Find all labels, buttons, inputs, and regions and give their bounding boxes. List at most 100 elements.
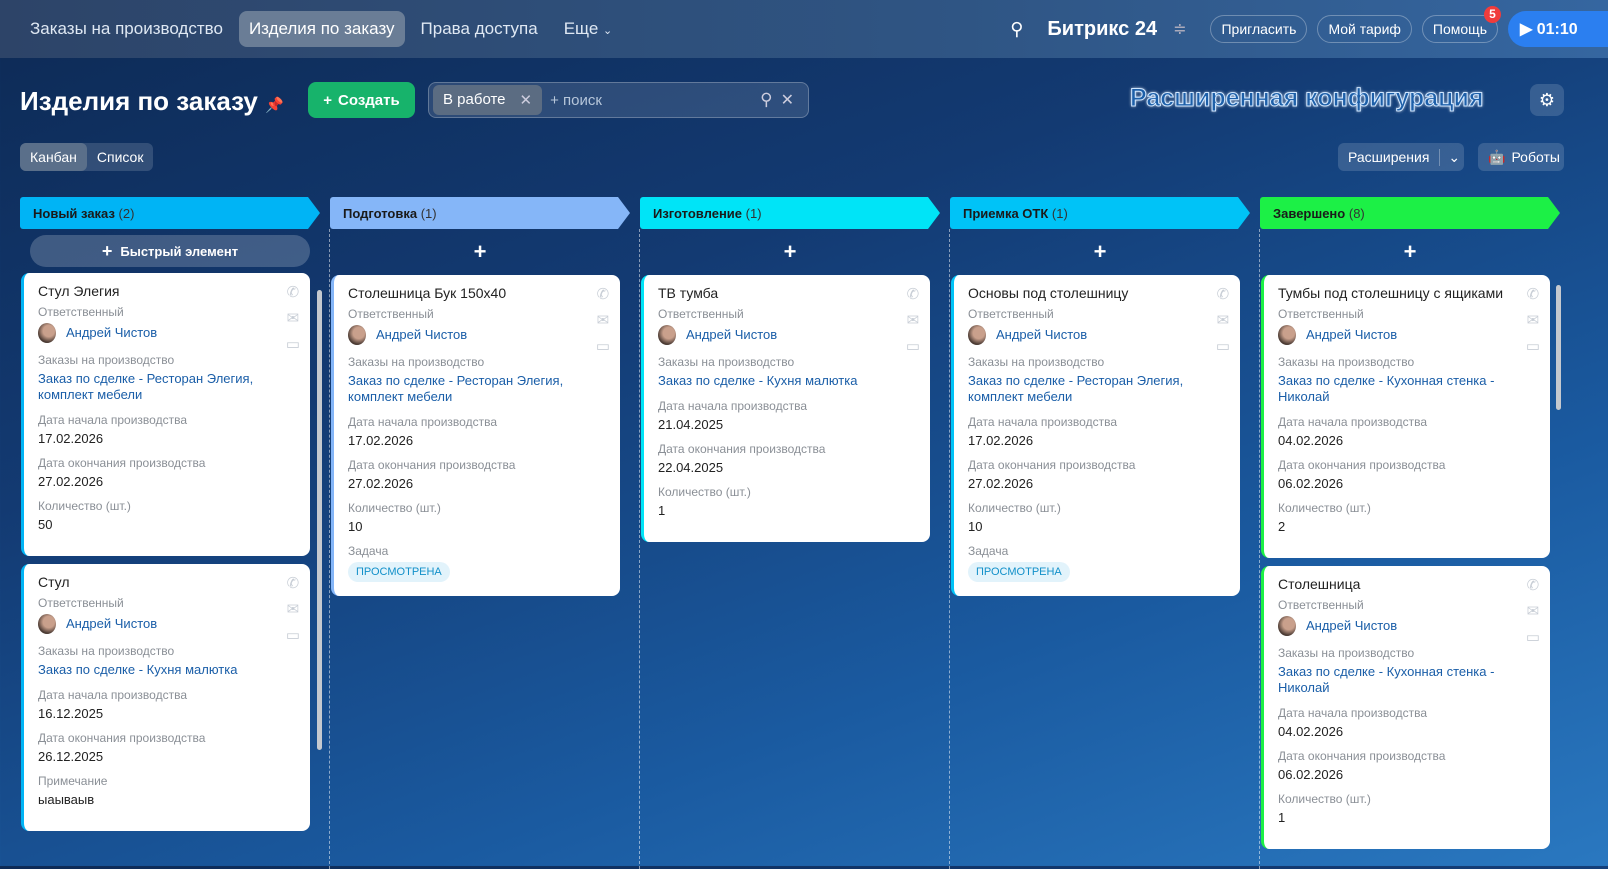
settings-sliders-icon[interactable]: ≑ — [1173, 19, 1186, 39]
field-label: Заказы на производство — [348, 355, 485, 369]
clear-icon[interactable]: ✕ — [781, 90, 794, 110]
robots-label: Роботы — [1511, 149, 1560, 165]
card-title[interactable]: Стул — [38, 574, 296, 590]
end-date: 27.02.2026 — [968, 476, 1034, 491]
kanban-card[interactable]: ✆ ✉ ▭ ТВ тумба Ответственный Андрей Чистов… — [641, 275, 930, 542]
add-item-button[interactable]: + — [1260, 229, 1560, 275]
add-item-button[interactable]: + — [330, 229, 630, 275]
field-label: Дата начала производства — [1278, 415, 1427, 429]
card-title[interactable]: Основы под столешницу — [968, 285, 1226, 301]
column-header[interactable]: Изготовление (1) — [640, 197, 940, 229]
card-title[interactable]: Тумбы под столешницу с ящиками — [1278, 285, 1536, 301]
filter-search[interactable]: В работе ✕ + поиск ⚲ ✕ — [428, 82, 809, 118]
help-button[interactable]: Помощь 5 — [1421, 6, 1501, 43]
order-link[interactable]: Заказ по сделке - Ресторан Элегия, компл… — [968, 373, 1208, 405]
phone-icon[interactable]: ✆ — [286, 574, 300, 592]
tariff-button[interactable]: Мой тариф — [1317, 15, 1412, 43]
order-link[interactable]: Заказ по сделке - Ресторан Элегия, компл… — [348, 373, 588, 405]
start-date: 17.02.2026 — [968, 433, 1034, 448]
chat-icon[interactable]: ▭ — [1216, 337, 1230, 355]
chat-icon[interactable]: ▭ — [596, 337, 610, 355]
close-icon[interactable]: ✕ — [520, 91, 533, 109]
mail-icon[interactable]: ✉ — [1526, 311, 1540, 329]
kanban-card[interactable]: ✆ ✉ ▭ Тумбы под столешницу с ящиками Ответ… — [1261, 275, 1550, 558]
order-link[interactable]: Заказ по сделке - Кухня малютка — [38, 662, 278, 678]
column-divider — [949, 229, 950, 869]
chat-icon[interactable]: ▭ — [286, 626, 300, 644]
responsible-link[interactable]: Андрей Чистов — [996, 327, 1087, 343]
kanban-card[interactable]: ✆ ✉ ▭ Основы под столешницу Ответственный … — [951, 275, 1240, 596]
invite-button[interactable]: Пригласить — [1210, 15, 1308, 43]
field-label: Ответственный — [968, 307, 1054, 321]
nav-products[interactable]: Изделия по заказу — [238, 11, 405, 47]
quick-add-button[interactable]: + Быстрый элемент — [30, 235, 310, 267]
column-header[interactable]: Приемка ОТК (1) — [950, 197, 1250, 229]
responsible-link[interactable]: Андрей Чистов — [1306, 618, 1397, 634]
mail-icon[interactable]: ✉ — [286, 309, 300, 327]
add-item-button[interactable]: + — [640, 229, 940, 275]
mail-icon[interactable]: ✉ — [1216, 311, 1230, 329]
create-button[interactable]: + Создать — [308, 82, 415, 118]
column-header[interactable]: Подготовка (1) — [330, 197, 630, 229]
nav-more[interactable]: Еще ⌄ — [554, 11, 623, 47]
kanban-card[interactable]: ✆ ✉ ▭ Столешница Ответственный Андрей Чист… — [1261, 566, 1550, 849]
mail-icon[interactable]: ✉ — [1526, 602, 1540, 620]
kanban-card[interactable]: ✆ ✉ ▭ Стул Элегия Ответственный Андрей Чис… — [21, 273, 310, 556]
kanban-card[interactable]: ✆ ✉ ▭ Стул Ответственный Андрей Чистов Зак… — [21, 564, 310, 831]
kanban-card[interactable]: ✆ ✉ ▭ Столешница Бук 150x40 Ответственный … — [331, 275, 620, 596]
chat-icon[interactable]: ▭ — [286, 335, 300, 353]
nav-more-label: Еще — [563, 19, 599, 38]
column-title: Новый заказ — [33, 206, 115, 221]
field-label: Задача — [968, 544, 1009, 558]
responsible-link[interactable]: Андрей Чистов — [66, 616, 157, 632]
mail-icon[interactable]: ✉ — [906, 311, 920, 329]
phone-icon[interactable]: ✆ — [906, 285, 920, 303]
add-item-button[interactable]: + — [950, 229, 1250, 275]
filter-chip[interactable]: В работе ✕ — [433, 85, 543, 115]
chat-icon[interactable]: ▭ — [1526, 337, 1540, 355]
logo[interactable]: Битрикс 24 — [1047, 18, 1157, 41]
column-header[interactable]: Завершено (8) — [1260, 197, 1560, 229]
search-icon[interactable]: ⚲ — [1010, 19, 1023, 40]
card-title[interactable]: Стул Элегия — [38, 283, 296, 299]
chat-icon[interactable]: ▭ — [1526, 628, 1540, 646]
phone-icon[interactable]: ✆ — [1526, 576, 1540, 594]
order-link[interactable]: Заказ по сделке - Кухня малютка — [658, 373, 898, 389]
scrollbar[interactable] — [1556, 285, 1561, 410]
phone-icon[interactable]: ✆ — [1216, 285, 1230, 303]
mail-icon[interactable]: ✉ — [286, 600, 300, 618]
responsible-link[interactable]: Андрей Чистов — [1306, 327, 1397, 343]
responsible-link[interactable]: Андрей Чистов — [376, 327, 467, 343]
field-label: Ответственный — [658, 307, 744, 321]
card-title[interactable]: Столешница — [1278, 576, 1536, 592]
timer-button[interactable]: ▶ 01:10 — [1508, 11, 1608, 47]
card-title[interactable]: ТВ тумба — [658, 285, 916, 301]
field-label: Заказы на производство — [658, 355, 795, 369]
robots-button[interactable]: 🤖 Роботы — [1478, 143, 1564, 171]
search-icon[interactable]: ⚲ — [760, 90, 772, 110]
phone-icon[interactable]: ✆ — [286, 283, 300, 301]
task-status-badge: ПРОСМОТРЕНА — [968, 562, 1070, 582]
gear-icon[interactable]: ⚙ — [1530, 84, 1564, 116]
pin-icon[interactable]: 📌 — [265, 97, 284, 114]
column-header[interactable]: Новый заказ (2) — [20, 197, 320, 229]
extensions-button[interactable]: Расширения ⌄ — [1338, 143, 1464, 171]
nav-access[interactable]: Права доступа — [411, 11, 548, 47]
nav-orders[interactable]: Заказы на производство — [20, 11, 233, 47]
order-link[interactable]: Заказ по сделке - Кухонная стенка - Нико… — [1278, 664, 1518, 696]
view-kanban[interactable]: Канбан — [20, 143, 87, 171]
phone-icon[interactable]: ✆ — [1526, 285, 1540, 303]
card-title[interactable]: Столешница Бук 150x40 — [348, 285, 606, 301]
scrollbar[interactable] — [317, 290, 322, 750]
avatar — [658, 325, 676, 345]
mail-icon[interactable]: ✉ — [596, 311, 610, 329]
phone-icon[interactable]: ✆ — [596, 285, 610, 303]
field-label: Ответственный — [348, 307, 434, 321]
order-link[interactable]: Заказ по сделке - Кухонная стенка - Нико… — [1278, 373, 1518, 405]
responsible-link[interactable]: Андрей Чистов — [66, 325, 157, 341]
chat-icon[interactable]: ▭ — [906, 337, 920, 355]
responsible-link[interactable]: Андрей Чистов — [686, 327, 777, 343]
view-list[interactable]: Список — [87, 143, 154, 171]
search-input[interactable]: + поиск — [550, 92, 760, 109]
order-link[interactable]: Заказ по сделке - Ресторан Элегия, компл… — [38, 371, 278, 403]
